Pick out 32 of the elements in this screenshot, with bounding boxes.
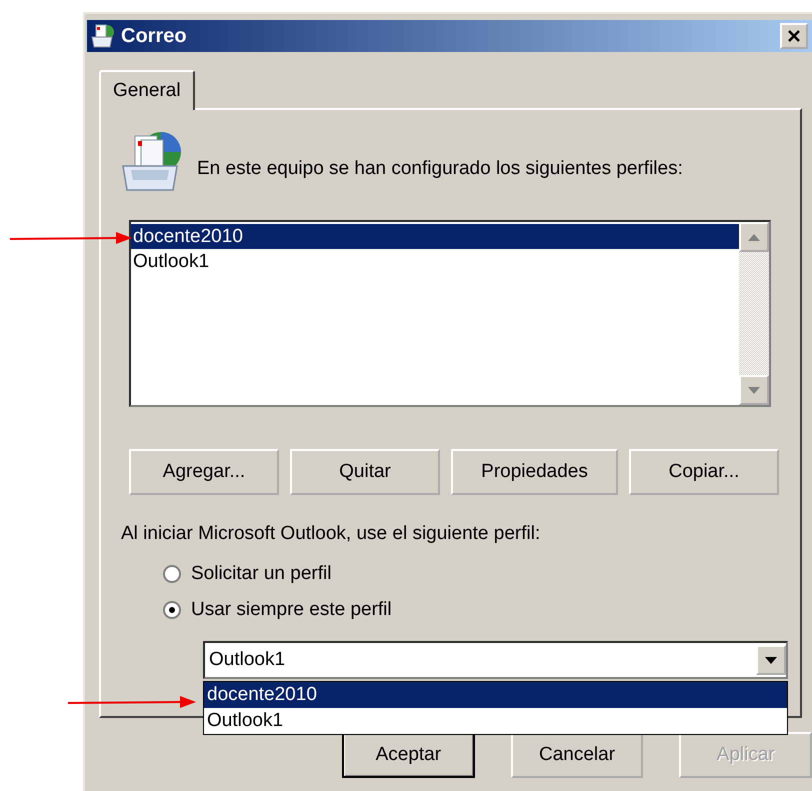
scroll-down-button[interactable] (739, 375, 769, 405)
profile-button[interactable]: Agregar... (129, 449, 279, 495)
down-arrow-icon (748, 386, 760, 394)
profile-item[interactable]: docente2010 (131, 224, 739, 249)
profile-button[interactable]: Quitar (290, 449, 440, 495)
profile-button[interactable]: Copiar... (629, 449, 779, 495)
startup-label: Al iniciar Microsoft Outlook, use el siguiente perfil: (121, 523, 542, 545)
tab[interactable]: General (99, 70, 195, 110)
dialog-button[interactable]: Aceptar (342, 732, 475, 778)
scroll-up-button[interactable] (739, 222, 769, 252)
profile-button[interactable]: Propiedades (451, 449, 618, 495)
profile-list[interactable]: docente2010 Outlook1 (129, 220, 771, 407)
dropdown-button[interactable] (756, 645, 786, 675)
dropdown-value: Outlook1 (208, 649, 286, 671)
scrollbar[interactable] (739, 222, 769, 405)
dropdown-option[interactable]: Outlook1 (204, 708, 787, 734)
up-arrow-icon (748, 234, 760, 240)
dropdown-option[interactable]: docente2010 (204, 682, 787, 708)
close-button[interactable] (780, 23, 808, 49)
mail-tray-icon (91, 23, 115, 49)
radio-label: Usar siempre este perfil (191, 599, 392, 621)
radio-label: Solicitar un perfil (191, 563, 332, 585)
mail-tray-icon (121, 130, 183, 194)
dialog-button[interactable]: Cancelar (510, 732, 644, 778)
radio-button[interactable] (163, 601, 181, 619)
radio-button[interactable] (163, 565, 181, 583)
close-icon (787, 29, 801, 43)
caret-icon (765, 656, 777, 664)
intro-text: En este equipo se han configurado los siguientes perfiles: (197, 157, 683, 180)
profile-dropdown[interactable]: Outlook1 (203, 641, 788, 679)
profile-item[interactable]: Outlook1 (131, 249, 739, 274)
window-title: Correo (121, 24, 188, 48)
